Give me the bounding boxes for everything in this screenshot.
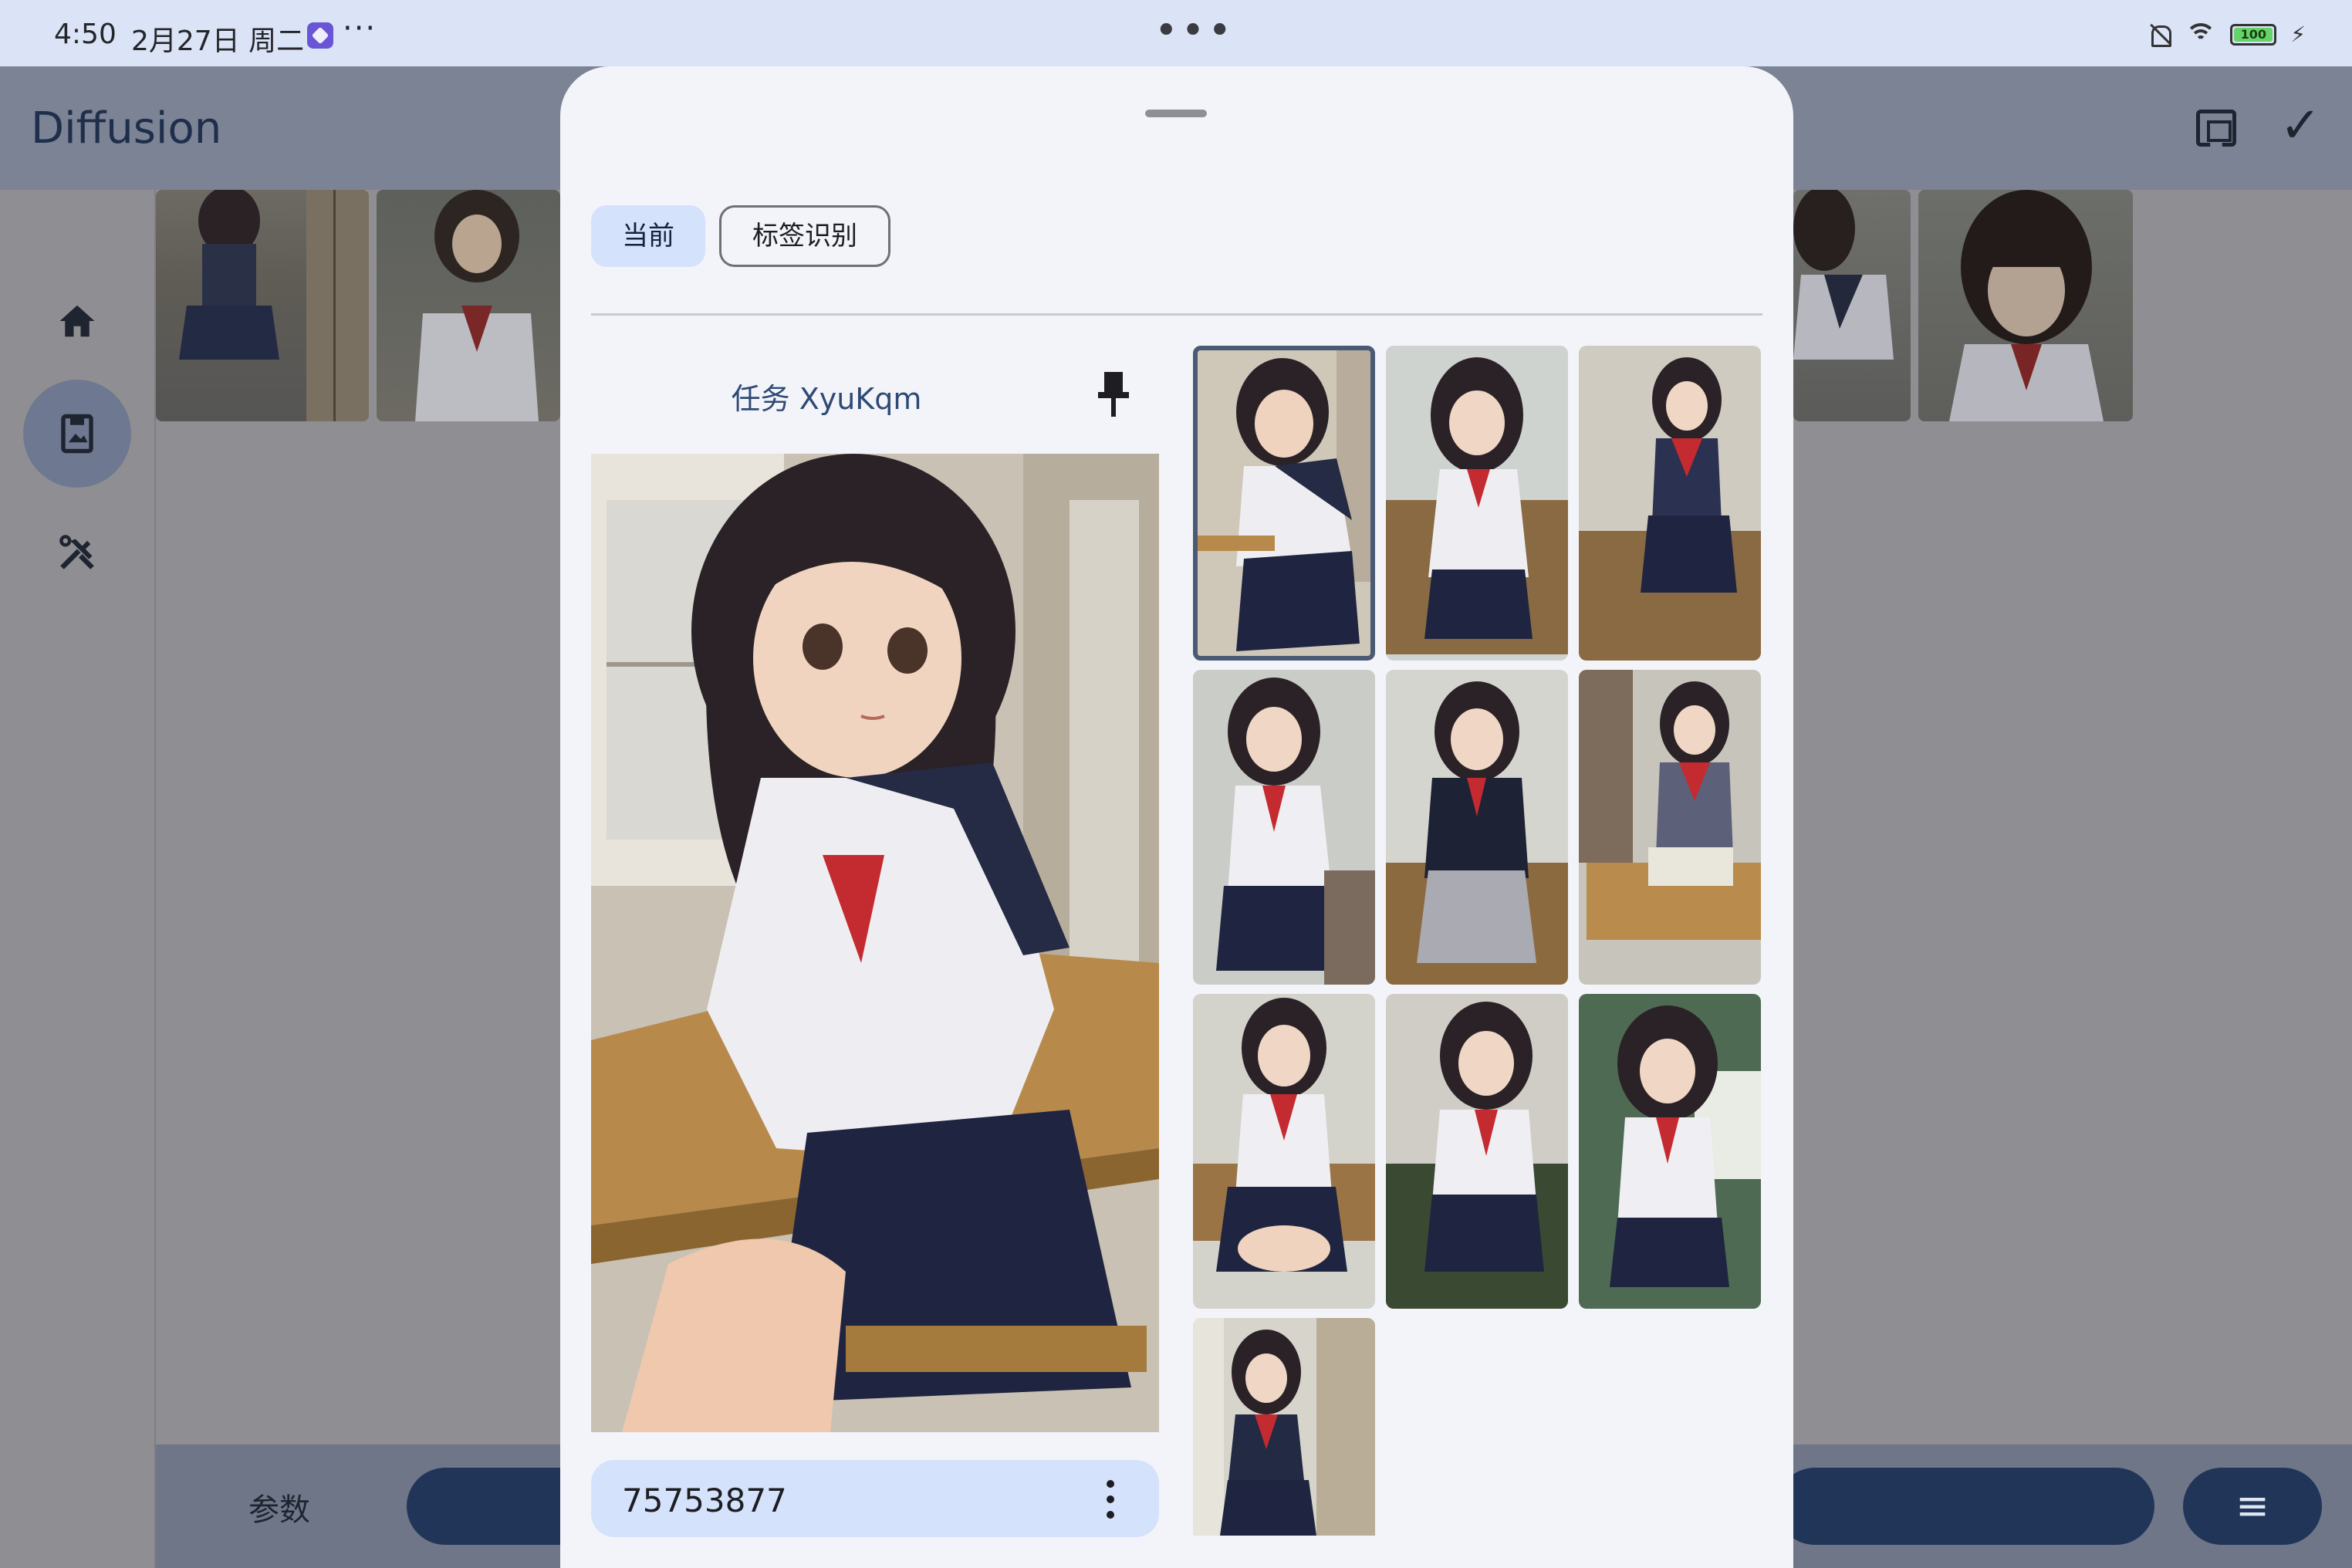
background-thumbnail[interactable] (156, 190, 369, 421)
sheet-tabs: 当前 标签识别 (591, 205, 890, 267)
grid-image-3[interactable] (1579, 346, 1761, 661)
background-thumbnail[interactable] (377, 190, 560, 421)
seed-field[interactable]: 75753877 (591, 1460, 1159, 1537)
grid-image-1[interactable] (1193, 346, 1375, 661)
girl-illustration (1193, 994, 1375, 1309)
multitask-dots[interactable]: ••• (1154, 8, 1235, 54)
wifi-icon (2185, 22, 2217, 46)
girl-illustration (1386, 670, 1568, 985)
grid-image-2[interactable] (1386, 346, 1568, 661)
bottom-sheet: 当前 标签识别 任务 XyuKqm 75753877 (560, 66, 1793, 1568)
battery-icon: 100 (2230, 23, 2277, 46)
girl-illustration (1579, 994, 1761, 1309)
girl-illustration (1193, 670, 1375, 985)
grid-image-4[interactable] (1193, 670, 1375, 985)
check-icon[interactable]: ✓ (2279, 97, 2321, 154)
girl-illustration (591, 454, 1159, 1432)
grid-image-5[interactable] (1386, 670, 1568, 985)
app-title: Diffusion (31, 103, 222, 154)
grid-image-10[interactable] (1193, 1318, 1375, 1536)
divider (591, 313, 1762, 316)
home-icon (59, 305, 95, 337)
more-notifications-icon: ··· (343, 11, 377, 46)
system-icons: 100 ⚡ (2147, 22, 2306, 47)
pin-icon[interactable] (1097, 372, 1130, 418)
girl-illustration (1579, 670, 1761, 985)
nav-home[interactable] (23, 267, 131, 375)
scan-icon[interactable] (2196, 110, 2236, 147)
nav-tools[interactable] (23, 498, 131, 607)
girl-illustration (1198, 350, 1370, 656)
background-thumbnail[interactable] (1793, 190, 1911, 421)
status-time: 4:50 (54, 19, 117, 50)
photo-album-icon (61, 414, 93, 454)
drag-handle[interactable] (1145, 110, 1207, 117)
more-vert-icon[interactable] (1107, 1480, 1114, 1519)
girl-illustration (1193, 1318, 1375, 1536)
background-image-strip (156, 190, 560, 421)
mute-bell-icon (2147, 22, 2172, 47)
girl-illustration (1579, 346, 1761, 661)
navigation-rail (0, 190, 156, 1568)
charging-icon: ⚡ (2290, 22, 2306, 47)
menu-button[interactable]: ≡ (2183, 1468, 2322, 1545)
grid-image-6[interactable] (1579, 670, 1761, 985)
tab-current[interactable]: 当前 (591, 205, 705, 267)
grid-image-8[interactable] (1386, 994, 1568, 1309)
nav-gallery[interactable] (23, 380, 131, 488)
girl-illustration (179, 190, 369, 421)
seed-value: 75753877 (622, 1482, 787, 1519)
tab-tag-recognition[interactable]: 标签识别 (719, 205, 890, 267)
grid-image-7[interactable] (1193, 994, 1375, 1309)
generate-field[interactable] (1776, 1468, 2154, 1545)
task-title: 任务 XyuKqm (731, 382, 922, 416)
tools-icon (59, 535, 94, 569)
girl-illustration (1949, 190, 2104, 421)
grid-image-9[interactable] (1579, 994, 1761, 1309)
girl-illustration (1386, 346, 1568, 661)
girl-illustration (415, 190, 539, 421)
status-bar: 4:50 2月27日 周二 ··· ••• 100 ⚡ (0, 0, 2352, 66)
background-thumbnail[interactable] (1918, 190, 2133, 421)
main-preview-image[interactable] (591, 454, 1159, 1432)
app-notification-icon (307, 22, 333, 49)
girl-illustration (1793, 190, 1894, 360)
params-label[interactable]: 参数 (248, 1485, 310, 1529)
girl-illustration (1386, 994, 1568, 1309)
background-image-strip-right (1793, 190, 2133, 421)
status-date: 2月27日 周二 (131, 25, 305, 57)
